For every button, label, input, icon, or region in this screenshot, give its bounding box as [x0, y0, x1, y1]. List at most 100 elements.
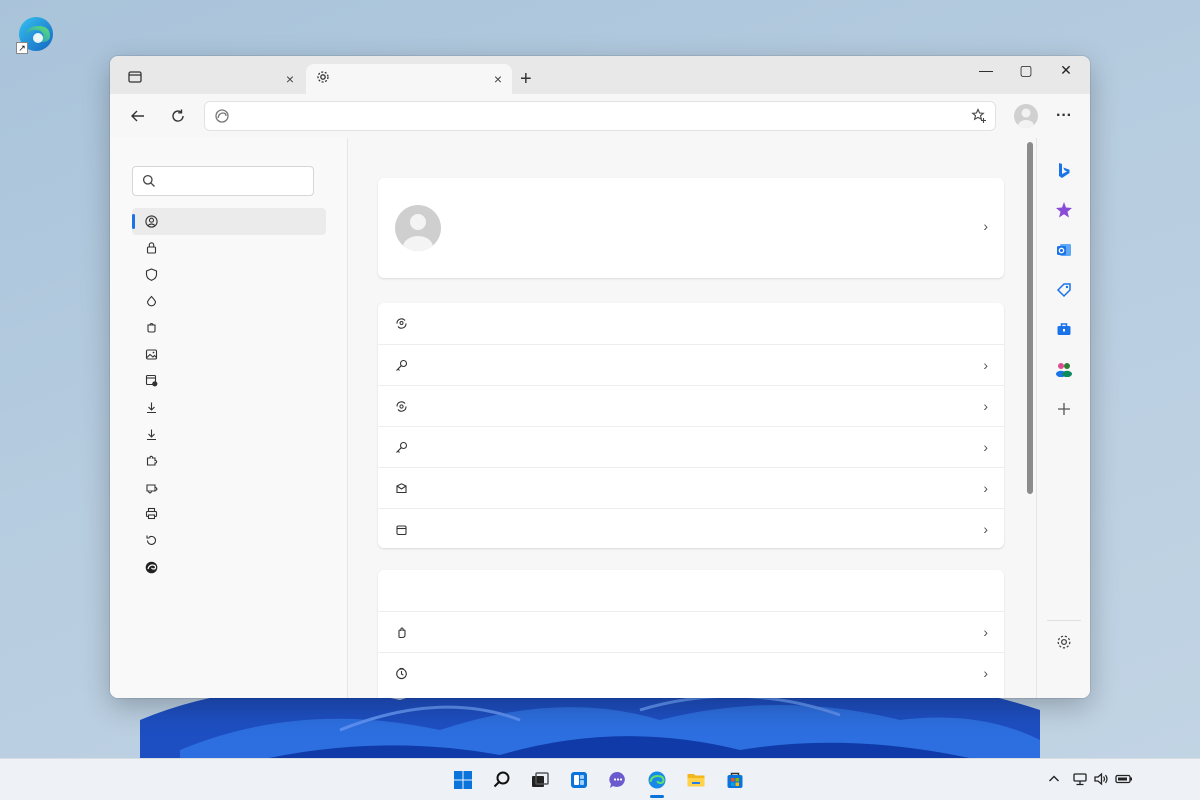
tab-settings[interactable]: ×: [306, 64, 512, 94]
settings-nav: [132, 208, 326, 580]
puzzle-icon: [144, 454, 158, 468]
nav-item-permissions[interactable]: [132, 368, 326, 395]
nav-item-downloads-2[interactable]: [132, 421, 326, 448]
flame-icon: [144, 294, 158, 308]
nav-item-security[interactable]: [132, 261, 326, 288]
windows-start-icon: [454, 771, 472, 789]
avatar-icon: [1018, 108, 1034, 128]
outlook-button[interactable]: [1054, 240, 1074, 260]
sidebar-divider: [1047, 620, 1081, 621]
settings-search-box[interactable]: [132, 166, 314, 196]
nav-item-downloads[interactable]: [132, 394, 326, 421]
nav-item-extensions[interactable]: [132, 447, 326, 474]
copilot-star-icon: [1056, 202, 1072, 218]
row-wallet[interactable]: ›: [378, 467, 1004, 508]
taskbar-search-button[interactable]: [491, 769, 513, 791]
sync-icon: [394, 317, 408, 331]
gear-icon: [316, 70, 330, 89]
show-hidden-icons-button[interactable]: [1047, 772, 1061, 789]
add-app-button[interactable]: [1054, 399, 1074, 419]
chat-button[interactable]: [607, 769, 629, 791]
row-personal-info[interactable]: ›: [378, 385, 1004, 426]
nav-item-appearance[interactable]: [132, 288, 326, 315]
scrollbar[interactable]: [1027, 142, 1033, 494]
start-button[interactable]: [452, 769, 474, 791]
picture-icon: [144, 347, 158, 361]
file-explorer-icon: [687, 774, 705, 787]
battery-icon: [1115, 774, 1132, 784]
people-icon: [1056, 363, 1072, 377]
row-keys[interactable]: ›: [378, 426, 1004, 467]
maximize-button[interactable]: ▢: [1006, 62, 1046, 79]
widgets-button[interactable]: [568, 769, 590, 791]
task-view-icon: [532, 772, 549, 787]
back-button[interactable]: [126, 104, 150, 128]
nav-item-newtab[interactable]: [132, 341, 326, 368]
nav-item-start[interactable]: [132, 314, 326, 341]
tab-settings-close-button[interactable]: ×: [494, 71, 502, 87]
network-button[interactable]: [1072, 772, 1088, 789]
key-alt-icon: [394, 440, 408, 454]
edge-sidebar: [1036, 138, 1090, 698]
row-sync[interactable]: [378, 303, 1004, 344]
chevron-right-icon: ›: [983, 439, 988, 455]
tab-1[interactable]: ×: [118, 64, 304, 94]
window-icon: [128, 70, 142, 89]
chevron-right-icon: ›: [983, 665, 988, 681]
settings-main: › › › › › › › ›: [349, 138, 1031, 698]
copilot-button[interactable]: [1054, 200, 1074, 220]
edge-page-icon: [215, 109, 229, 128]
nav-item-family[interactable]: [132, 474, 326, 501]
more-menu-button[interactable]: ···: [1052, 104, 1076, 128]
edge-desktop-shortcut[interactable]: ↗: [16, 14, 56, 54]
address-bar[interactable]: [204, 101, 996, 131]
volume-icon: [1094, 772, 1108, 786]
tab-1-close-button[interactable]: ×: [286, 71, 294, 87]
chevron-right-icon: ›: [983, 624, 988, 640]
new-tab-button[interactable]: +: [520, 68, 532, 90]
shopping-button[interactable]: [1054, 280, 1074, 300]
row-more-1[interactable]: ›: [378, 611, 1004, 652]
nav-item-about[interactable]: [132, 554, 326, 581]
store-button[interactable]: [724, 769, 746, 791]
volume-button[interactable]: [1093, 772, 1109, 789]
file-explorer-button[interactable]: [685, 769, 707, 791]
gear-icon: [1057, 635, 1071, 649]
shortcut-arrow-icon: ↗: [16, 42, 28, 54]
nav-item-privacy[interactable]: [132, 235, 326, 262]
row-shopping[interactable]: ›: [378, 508, 1004, 549]
task-view-button[interactable]: [529, 769, 551, 791]
search-icon: [142, 174, 156, 193]
battery-button[interactable]: [1115, 772, 1133, 789]
nav-item-reset[interactable]: [132, 527, 326, 554]
printer-icon: [144, 507, 158, 521]
add-icon: [1058, 403, 1070, 415]
nav-item-profiles[interactable]: [132, 208, 326, 235]
favorites-button[interactable]: [971, 108, 987, 129]
settings-search-input[interactable]: [161, 172, 309, 190]
outlook-icon: [1057, 244, 1071, 256]
close-window-button[interactable]: ✕: [1046, 62, 1086, 79]
people-button[interactable]: [1054, 359, 1074, 379]
address-input[interactable]: [237, 106, 957, 126]
profile-button[interactable]: [1014, 104, 1038, 128]
edge-icon: [648, 771, 666, 789]
settings-page: › › › › › › › ›: [110, 138, 1090, 698]
edge-taskbar-button[interactable]: [646, 769, 668, 791]
chevron-right-icon: ›: [983, 398, 988, 414]
family-icon: [144, 480, 158, 494]
minimize-button[interactable]: —: [966, 62, 1006, 78]
profile-card[interactable]: ›: [378, 178, 1004, 278]
row-passwords[interactable]: ›: [378, 344, 1004, 385]
search-icon: [493, 771, 510, 788]
tools-button[interactable]: [1054, 319, 1074, 339]
nav-item-printers[interactable]: [132, 501, 326, 528]
section-title: [378, 570, 1004, 611]
edge-icon: [144, 560, 158, 574]
bing-button[interactable]: [1054, 161, 1074, 181]
download-icon: [144, 400, 158, 414]
sidebar-settings-button[interactable]: [1054, 632, 1074, 652]
refresh-icon: [172, 109, 184, 122]
row-more-2[interactable]: ›: [378, 652, 1004, 693]
refresh-button[interactable]: [166, 104, 190, 128]
